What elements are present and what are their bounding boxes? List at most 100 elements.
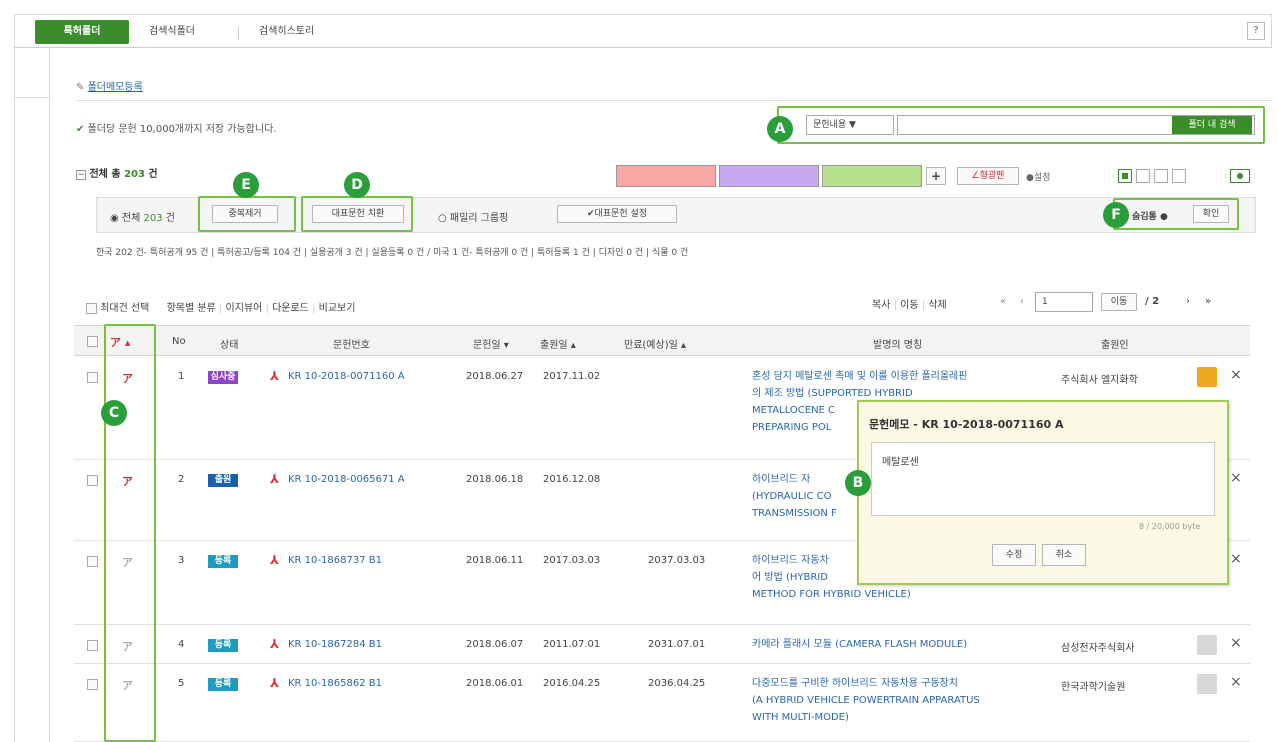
- pdf-icon[interactable]: ⅄: [270, 676, 279, 690]
- memo-pencil-icon[interactable]: [1197, 635, 1217, 655]
- invention-title-line[interactable]: 하이브리드 자동차: [752, 552, 829, 569]
- filter-all-count: 203: [143, 213, 163, 224]
- page-go-button[interactable]: 이동: [1101, 293, 1137, 311]
- delete-x-icon[interactable]: ×: [1230, 551, 1242, 567]
- delete-x-icon[interactable]: ×: [1230, 635, 1242, 651]
- row-checkbox[interactable]: [87, 372, 98, 383]
- tab-search-query-folder[interactable]: 검색식폴더: [149, 21, 195, 43]
- col-app-date[interactable]: 출원일 ▴: [540, 336, 576, 351]
- memo-pencil-icon[interactable]: [1197, 674, 1217, 694]
- refresh-toggle-icon[interactable]: [1230, 169, 1250, 183]
- invention-title-line[interactable]: METALLOCENE C: [752, 402, 835, 419]
- page-total: / 2: [1145, 296, 1160, 307]
- memo-popup-title: 문헌메모 - KR 10-2018-0071160 A: [869, 418, 1064, 431]
- memo-cancel-button[interactable]: 취소: [1042, 544, 1086, 566]
- folder-memo-link[interactable]: 폴더메모등록: [88, 82, 143, 93]
- doc-number-link[interactable]: KR 10-1865862 B1: [288, 678, 382, 689]
- memo-byte-counter: 8 / 20,000 byte: [1139, 522, 1201, 531]
- view-mode-3-icon[interactable]: [1154, 169, 1168, 183]
- invention-title-line[interactable]: 하이브리드 자: [752, 471, 810, 488]
- pager-prev-icon[interactable]: ‹: [1020, 296, 1024, 307]
- pdf-icon[interactable]: ⅄: [270, 369, 279, 383]
- search-scope-select[interactable]: 문헌내용 ▼: [806, 115, 894, 135]
- folder-search-button[interactable]: 폴더 내 검색: [1172, 116, 1252, 134]
- view-mode-4-icon[interactable]: [1172, 169, 1186, 183]
- classify-action[interactable]: 항목별 분류: [167, 303, 216, 314]
- doc-number-link[interactable]: KR 10-1867284 B1: [288, 639, 382, 650]
- memo-textarea[interactable]: 메탈로센: [871, 442, 1215, 516]
- copy-action[interactable]: 복사: [872, 300, 890, 311]
- rep-doc-set-button[interactable]: ✔대표문헌 설정: [557, 205, 677, 223]
- rep-doc-replace-button[interactable]: 대표문헌 치환: [312, 205, 404, 223]
- callout-a-badge: A: [767, 116, 793, 142]
- memo-pencil-icon[interactable]: [1197, 367, 1217, 387]
- pager-next-icon[interactable]: ›: [1186, 296, 1190, 307]
- tab-search-history[interactable]: 검색히스토리: [259, 21, 314, 43]
- pager-last-icon[interactable]: »: [1205, 296, 1211, 307]
- radio-unchecked-icon: ○: [438, 213, 447, 224]
- delete-action[interactable]: 삭제: [928, 300, 946, 311]
- pdf-icon[interactable]: ⅄: [270, 472, 279, 486]
- invention-title-line[interactable]: (A HYBRID VEHICLE POWERTRAIN APPARATUS: [752, 692, 980, 709]
- app-date: 2016.04.25: [543, 678, 601, 689]
- delete-x-icon[interactable]: ×: [1230, 470, 1242, 486]
- table-row[interactable]: [74, 664, 1250, 742]
- row-number: 3: [178, 555, 185, 566]
- callout-c-badge: C: [101, 400, 127, 426]
- download-action[interactable]: 다운로드: [272, 303, 309, 314]
- folder-search-input[interactable]: [902, 116, 1172, 132]
- pdf-icon[interactable]: ⅄: [270, 553, 279, 567]
- view-mode-1-icon[interactable]: [1118, 169, 1132, 183]
- invention-title-line[interactable]: 다중모드를 구비한 하이브리드 자동차용 구동장치: [752, 675, 958, 692]
- read-toggle[interactable]: 숨김통 ●: [1132, 209, 1168, 222]
- invention-title-line[interactable]: 혼성 담지 메탈로센 촉매 및 이를 이용한 폴리올레핀: [752, 368, 967, 385]
- easy-viewer-action[interactable]: 이지뷰어: [226, 303, 263, 314]
- col-applicant: 출원인: [1101, 340, 1129, 351]
- pager-first-icon[interactable]: «: [1000, 296, 1006, 307]
- collapse-toggle-icon[interactable]: −: [76, 170, 86, 180]
- highlight-swatch-purple[interactable]: [719, 165, 819, 187]
- row-checkbox[interactable]: [87, 475, 98, 486]
- move-action[interactable]: 이동: [900, 300, 918, 311]
- doc-number-link[interactable]: KR 10-2018-0071160 A: [288, 371, 405, 382]
- tab-patent-folder[interactable]: 특허폴더: [35, 20, 129, 44]
- filter-all-radio[interactable]: ◉ 전체 203 건: [110, 209, 175, 224]
- invention-title-line[interactable]: METHOD FOR HYBRID VEHICLE): [752, 586, 911, 603]
- family-group-radio[interactable]: ○ 패밀리 그룹핑: [438, 209, 508, 224]
- highlight-swatch-red[interactable]: [616, 165, 716, 187]
- compare-view-action[interactable]: 비교보기: [319, 303, 356, 314]
- view-mode-2-icon[interactable]: [1136, 169, 1150, 183]
- right-actions: 복사 | 이동 | 삭제: [872, 300, 947, 311]
- invention-title-line[interactable]: 카메라 플래시 모듈 (CAMERA FLASH MODULE): [752, 636, 967, 653]
- add-swatch-button[interactable]: +: [926, 167, 946, 185]
- col-pub-date[interactable]: 문헌일 ▾: [473, 336, 509, 351]
- doc-number-link[interactable]: KR 10-1868737 B1: [288, 555, 382, 566]
- row-checkbox[interactable]: [87, 556, 98, 567]
- invention-title-line[interactable]: PREPARING POL: [752, 419, 831, 436]
- memo-edit-button[interactable]: 수정: [992, 544, 1036, 566]
- delete-x-icon[interactable]: ×: [1230, 367, 1242, 383]
- col-expiry[interactable]: 만료(예상)일 ▴: [624, 336, 686, 351]
- select-max-action[interactable]: 최대건 선택: [100, 303, 149, 314]
- invention-title-line[interactable]: TRANSMISSION F: [752, 505, 837, 522]
- select-all-checkbox[interactable]: [86, 302, 97, 314]
- settings-toggle[interactable]: ●설정: [1026, 170, 1050, 183]
- page-input[interactable]: 1: [1035, 292, 1093, 312]
- header-checkbox[interactable]: [87, 336, 98, 347]
- doc-number-link[interactable]: KR 10-2018-0065671 A: [288, 474, 405, 485]
- confirm-button[interactable]: 확인: [1193, 205, 1229, 223]
- highlight-swatch-green[interactable]: [822, 165, 922, 187]
- marker-button[interactable]: ∠형광펜: [957, 167, 1019, 185]
- row-checkbox[interactable]: [87, 640, 98, 651]
- delete-x-icon[interactable]: ×: [1230, 674, 1242, 690]
- applicant: 삼성전자주식회사: [1061, 643, 1135, 654]
- row-checkbox[interactable]: [87, 679, 98, 690]
- pub-date: 2018.06.07: [466, 639, 524, 650]
- dedup-button[interactable]: 중복제거: [212, 205, 278, 223]
- invention-title-line[interactable]: WITH MULTI-MODE): [752, 709, 849, 726]
- marker-icon: ∠: [971, 171, 980, 181]
- invention-title-line[interactable]: 어 방법 (HYBRID: [752, 569, 828, 586]
- pdf-icon[interactable]: ⅄: [270, 637, 279, 651]
- invention-title-line[interactable]: (HYDRAULIC CO: [752, 488, 831, 505]
- help-button[interactable]: ?: [1247, 22, 1265, 40]
